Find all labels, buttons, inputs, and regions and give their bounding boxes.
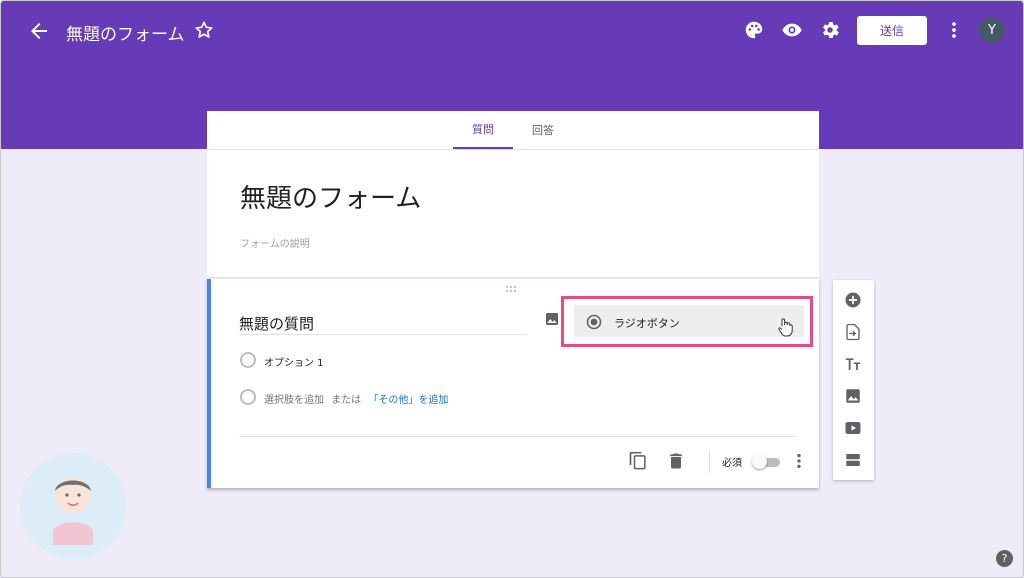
star-icon[interactable] <box>193 19 215 41</box>
gear-icon[interactable] <box>819 19 841 41</box>
question-card[interactable]: 無題の質問 ラジオボタン オプション 1 選択肢を追加 または 「その他」を追加 <box>207 279 819 488</box>
question-type-highlight: ラジオボタン <box>561 296 813 347</box>
image-icon[interactable] <box>844 387 862 405</box>
trash-icon[interactable] <box>666 451 686 471</box>
question-type-label: ラジオボタン <box>614 317 680 330</box>
form-description-field[interactable]: フォームの説明 <box>240 235 310 250</box>
form-header-card: 無題のフォーム フォームの説明 <box>207 150 819 278</box>
mascot-watermark <box>20 453 126 559</box>
option1-label[interactable]: オプション 1 <box>264 354 324 369</box>
or-text: または <box>331 395 362 406</box>
palette-icon[interactable] <box>743 19 765 41</box>
add-option-radio <box>240 389 256 405</box>
help-button[interactable]: ? <box>996 550 1013 567</box>
back-arrow-icon[interactable] <box>27 19 51 43</box>
radio-button-icon <box>586 314 602 330</box>
app-window: 無題のフォーム 送信 Y 質問 回答 無題のフォーム フォームの説明 無題の質問… <box>0 0 1024 578</box>
eye-icon[interactable] <box>781 19 803 41</box>
section-icon[interactable] <box>844 451 862 469</box>
required-label: 必須 <box>722 458 742 469</box>
title-text-icon[interactable] <box>844 355 862 373</box>
add-circle-icon[interactable] <box>844 291 862 309</box>
floating-toolbar <box>833 280 874 480</box>
option1-radio[interactable] <box>240 352 256 368</box>
tab-questions[interactable]: 質問 <box>453 111 513 149</box>
add-option-link[interactable]: 選択肢を追加 <box>264 395 324 406</box>
question-title-input[interactable]: 無題の質問 <box>239 313 526 335</box>
more-vert-icon[interactable] <box>789 451 809 471</box>
question-footer-divider <box>239 436 795 437</box>
add-other-link[interactable]: 「その他」を追加 <box>368 395 448 406</box>
active-card-indicator <box>207 279 211 488</box>
drag-handle-icon[interactable] <box>505 285 521 293</box>
more-vert-icon[interactable] <box>943 19 965 41</box>
required-toggle[interactable] <box>752 454 780 469</box>
toggle-knob <box>752 454 767 469</box>
video-icon[interactable] <box>844 419 862 437</box>
image-icon[interactable] <box>544 311 560 327</box>
form-title[interactable]: 無題のフォーム <box>240 178 421 215</box>
mascot-illustration <box>53 477 93 545</box>
import-icon[interactable] <box>844 323 862 341</box>
hand-cursor-icon <box>778 318 793 337</box>
tab-bar: 質問 回答 <box>207 111 819 150</box>
footer-separator <box>709 451 710 473</box>
add-option-row: 選択肢を追加 または 「その他」を追加 <box>264 391 448 406</box>
tab-responses[interactable]: 回答 <box>513 111 573 149</box>
avatar[interactable]: Y <box>979 17 1005 43</box>
question-type-dropdown[interactable] <box>574 305 804 337</box>
duplicate-icon[interactable] <box>628 451 648 471</box>
form-name[interactable]: 無題のフォーム <box>66 20 185 45</box>
send-button[interactable]: 送信 <box>857 16 927 45</box>
